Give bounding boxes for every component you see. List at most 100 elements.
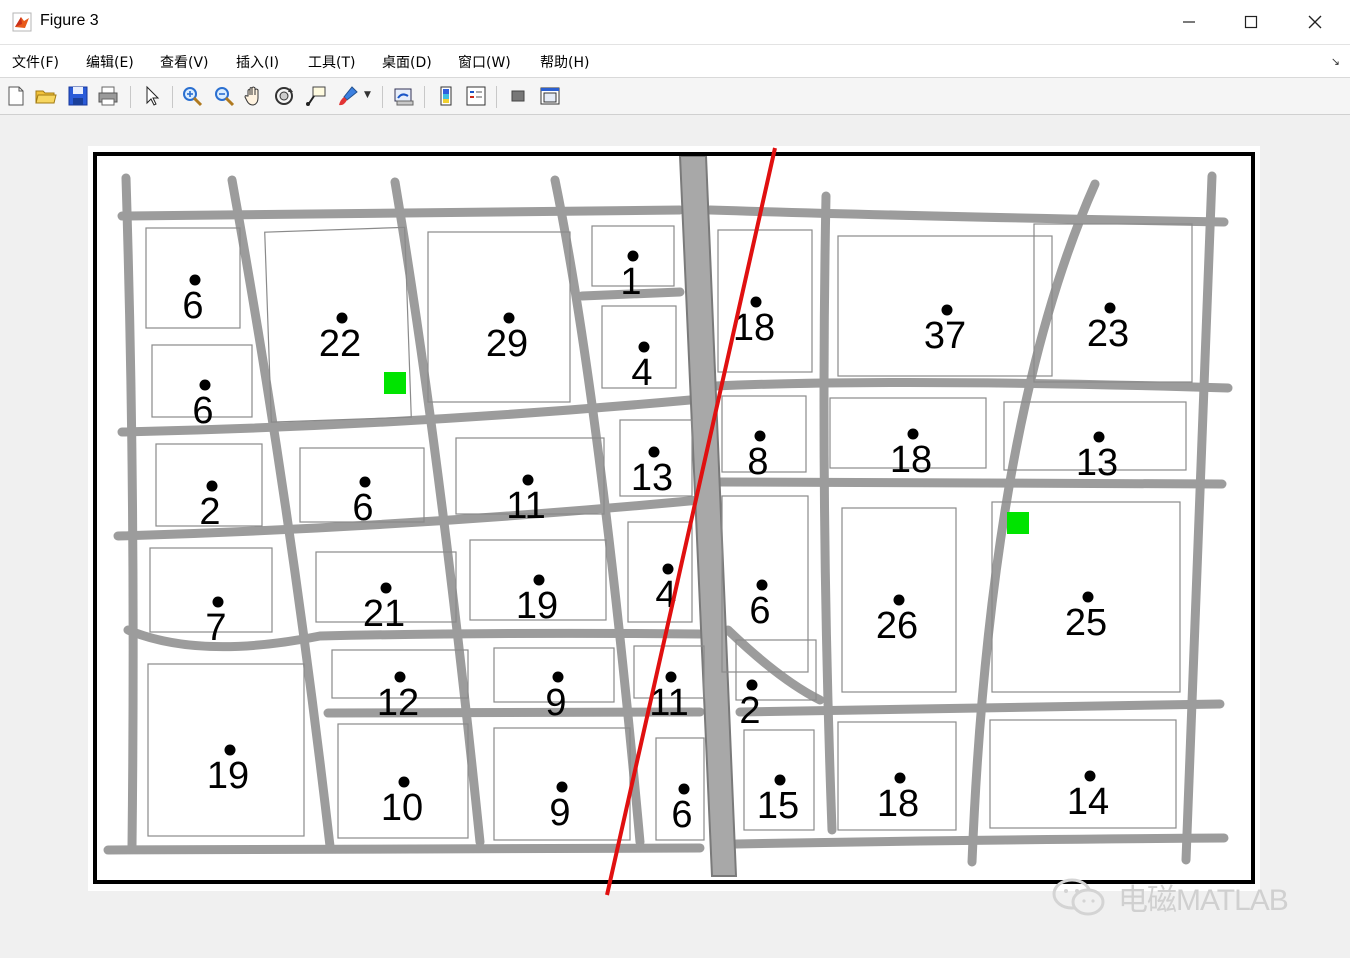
menu-insert[interactable]: 插入(I) [236,52,279,72]
rotate-3d-icon[interactable] [272,84,296,108]
block-label: 12 [377,682,419,724]
select-arrow-icon[interactable] [140,84,164,108]
block-label: 13 [1076,442,1118,484]
block-point [336,312,348,324]
toolbar-separator [424,86,425,108]
block-label: 22 [319,323,361,365]
block-label: 10 [381,787,423,829]
block-point [224,744,236,756]
brush-icon[interactable] [336,84,360,108]
show-plot-tools-icon[interactable] [538,84,562,108]
block-point [754,430,766,442]
green-marker [1007,512,1029,534]
toolbar-separator [130,86,131,108]
colorbar-icon[interactable] [434,84,458,108]
block-point [199,379,211,391]
block-point [1093,431,1105,443]
data-cursor-icon[interactable] [304,84,328,108]
block-label: 9 [545,682,566,724]
block-label: 25 [1065,602,1107,644]
toolbar-separator [382,86,383,108]
block-point [533,574,545,586]
brush-dropdown-icon[interactable]: ▼ [364,90,371,100]
block-label: 19 [207,755,249,797]
block-point [678,783,690,795]
block-point [627,250,639,262]
block-point [907,428,919,440]
menu-desktop[interactable]: 桌面(D) [382,52,432,72]
block-label: 19 [516,585,558,627]
block-label: 9 [549,792,570,834]
block-label: 6 [671,794,692,836]
menu-help[interactable]: 帮助(H) [540,52,589,72]
block-label: 6 [749,590,770,632]
minimize-icon [1183,21,1195,23]
menu-file[interactable]: 文件(F) [12,52,59,72]
map-plot[interactable]: 622 29118 37 23642 6 1113 8 18 137 21 19 4 6 26 2512 9 1… [0,115,1350,958]
block-point [503,312,515,324]
block-label: 18 [877,783,919,825]
block-point [380,582,392,594]
block-point [648,446,660,458]
close-icon [1308,15,1322,29]
block-point [746,679,758,691]
block-point [359,476,371,488]
menu-bar: 文件(F) 编辑(E) 查看(V) 插入(I) 工具(T) 桌面(D) 窗口(W… [0,45,1350,78]
block-label: 6 [182,285,203,327]
new-figure-icon[interactable] [4,84,28,108]
block-label: 8 [747,441,768,483]
block-point [662,563,674,575]
block-point [774,774,786,786]
minimize-button[interactable] [1158,0,1220,44]
block-point [750,296,762,308]
block-point [552,671,564,683]
block-label: 37 [924,315,966,357]
block-point [638,341,650,353]
pan-hand-icon[interactable] [242,84,266,108]
hide-plot-tools-icon[interactable] [506,84,530,108]
block-label: 15 [757,785,799,827]
block-label: 23 [1087,313,1129,355]
block-point [665,671,677,683]
block-label: 2 [199,491,220,533]
dock-arrow-icon[interactable]: ↘ [1331,55,1340,68]
title-bar: Figure 3 [0,0,1350,45]
watermark: 电磁MATLAB [1050,875,1289,919]
block-point [893,594,905,606]
block-point [398,776,410,788]
block-label: 7 [205,607,226,649]
block-label: 6 [352,487,373,529]
close-button[interactable] [1284,0,1346,44]
block-point [1084,770,1096,782]
menu-window[interactable]: 窗口(W) [458,52,511,72]
figure-toolbar: ▼ [0,78,1350,115]
menu-tools[interactable]: 工具(T) [308,52,355,72]
block-point [894,772,906,784]
block-point [394,671,406,683]
block-label: 18 [890,439,932,481]
link-plot-icon[interactable] [392,84,416,108]
block-label: 11 [506,485,545,527]
legend-icon[interactable] [464,84,488,108]
menu-view[interactable]: 查看(V) [160,52,209,72]
save-icon[interactable] [66,84,90,108]
toolbar-separator [172,86,173,108]
menu-edit[interactable]: 编辑(E) [86,52,134,72]
block-label: 4 [631,352,652,394]
maximize-icon [1244,15,1258,29]
zoom-in-icon[interactable] [180,84,204,108]
print-icon[interactable] [96,84,120,108]
zoom-out-icon[interactable] [212,84,236,108]
green-marker [384,372,406,394]
block-point [1104,302,1116,314]
open-file-icon[interactable] [34,84,58,108]
matlab-logo-icon [12,12,32,32]
figure-canvas: 6 22 29 1 18 37 23 6 4 2 6 11 13 8 18 13 7 21 19 4 6 26 25 12 9 1… [0,115,1350,958]
window-title: Figure 3 [40,12,99,29]
block-label: 26 [876,605,918,647]
block-label: 6 [192,390,213,432]
block-point [941,304,953,316]
toolbar-separator [496,86,497,108]
block-label: 29 [486,323,528,365]
maximize-button[interactable] [1220,0,1282,44]
